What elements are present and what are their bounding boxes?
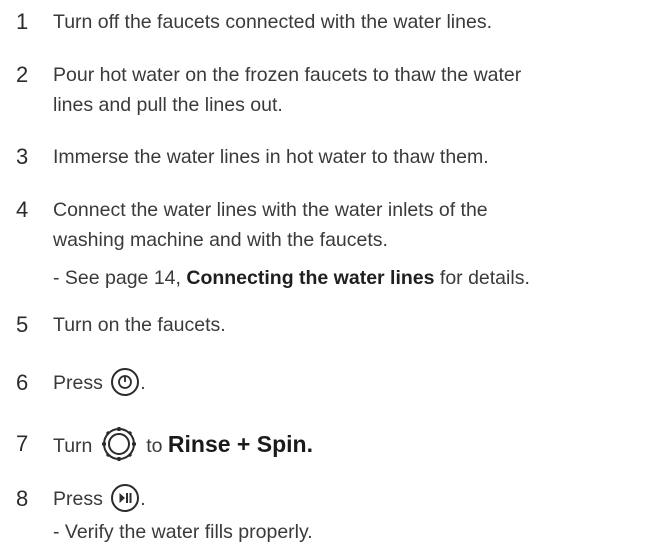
- step-text-suffix: .: [140, 372, 146, 394]
- step-text: Turn to Rinse + Spin.: [53, 426, 313, 465]
- step-text-prefix: Turn: [53, 435, 98, 458]
- step-text-prefix: Press: [53, 372, 109, 394]
- step-text: Press .: [53, 367, 146, 398]
- program-dial-icon: [101, 426, 137, 462]
- step-number: 5: [16, 312, 29, 337]
- step-text-middle: to: [140, 435, 168, 458]
- step-text-line-1: Connect the water lines with the water i…: [53, 199, 488, 221]
- step-text: Press .: [53, 483, 146, 514]
- step-number: 4: [16, 197, 29, 222]
- step-number: 2: [16, 62, 29, 87]
- power-button-icon: [111, 367, 140, 396]
- step-text-line-2: washing machine and with the faucets.: [53, 229, 388, 251]
- step-text-line-1: Pour hot water on the frozen faucets to …: [53, 64, 522, 86]
- program-name: Rinse + Spin.: [167, 431, 313, 458]
- step-number: 8: [16, 486, 29, 511]
- step-note: - Verify the water fills properly.: [53, 521, 313, 543]
- step-number: 7: [16, 431, 29, 456]
- note-prefix: - See page 14,: [53, 267, 187, 289]
- step-text-suffix: .: [140, 488, 146, 510]
- step-note: - See page 14, Connecting the water line…: [53, 263, 530, 293]
- instruction-steps: 1 Turn off the faucets connected with th…: [0, 0, 655, 547]
- step-number: 6: [16, 370, 29, 395]
- step-text-line-2: lines and pull the lines out.: [53, 94, 283, 116]
- step-number: 3: [16, 144, 29, 169]
- start-pause-button-icon: [111, 483, 140, 512]
- step-text: Turn on the faucets.: [53, 314, 226, 336]
- section-reference: Connecting the water lines: [186, 267, 435, 289]
- step-text-prefix: Press: [53, 488, 109, 510]
- step-text: Turn off the faucets connected with the …: [53, 11, 492, 33]
- note-suffix: for details.: [434, 267, 530, 289]
- step-number: 1: [16, 9, 29, 34]
- step-text: Immerse the water lines in hot water to …: [53, 146, 489, 168]
